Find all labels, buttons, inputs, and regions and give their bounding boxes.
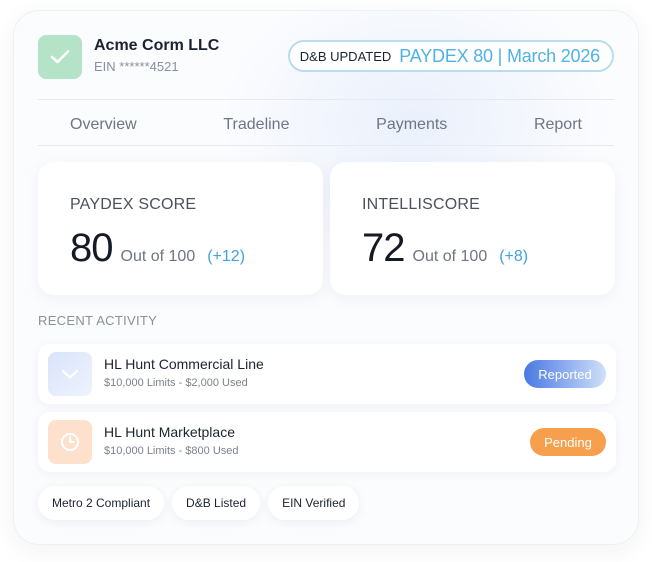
header-divider: [38, 99, 614, 100]
activity-item[interactable]: HL Hunt Marketplace $10,000 Limits - $80…: [38, 412, 616, 472]
chip-metro2: Metro 2 Compliant: [38, 486, 165, 520]
company-name: Acme Corm LLC: [94, 37, 220, 54]
tabs-divider: [38, 145, 614, 146]
clock-icon: [48, 420, 92, 464]
chip-ein-verified: EIN Verified: [268, 486, 360, 520]
verified-check-icon: [38, 35, 82, 79]
recent-activity-title: RECENT ACTIVITY: [38, 313, 158, 328]
db-status-pill: D&B UPDATED PAYDEX 80 | March 2026: [287, 40, 614, 72]
compliance-chips: Metro 2 Compliant D&B Listed EIN Verifie…: [38, 486, 360, 520]
activity-subtitle: $10,000 Limits - $2,000 Used: [104, 377, 248, 389]
score-delta: (+8): [499, 248, 529, 265]
tab-bar: Overview Tradeline Payments Report: [38, 107, 614, 143]
score-row: 80 Out of 100 (+12): [70, 226, 245, 271]
db-status-value: PAYDEX 80 | March 2026: [399, 45, 600, 66]
activity-item[interactable]: HL Hunt Commercial Line $10,000 Limits -…: [38, 344, 616, 404]
reported-badge: Reported: [524, 360, 606, 388]
score-out-of: Out of 100: [120, 248, 196, 265]
score-row: 72 Out of 100 (+8): [362, 226, 528, 271]
activity-title: HL Hunt Marketplace: [104, 424, 235, 440]
tab-report[interactable]: Report: [534, 107, 582, 143]
db-status-label: D&B UPDATED: [299, 48, 392, 64]
pending-badge: Pending: [530, 428, 606, 456]
intelliscore-card: INTELLISCORE 72 Out of 100 (+8): [330, 162, 615, 295]
tab-payments[interactable]: Payments: [376, 107, 447, 143]
company-ein: EIN ******4521: [94, 59, 179, 74]
score-out-of: Out of 100: [412, 248, 488, 265]
activity-subtitle: $10,000 Limits - $800 Used: [104, 445, 239, 457]
business-credit-card: Acme Corm LLC EIN ******4521 D&B UPDATED…: [13, 10, 639, 545]
tab-tradeline[interactable]: Tradeline: [223, 107, 289, 143]
score-value: 72: [362, 226, 405, 270]
score-title: PAYDEX SCORE: [70, 196, 197, 213]
chip-db-listed: D&B Listed: [172, 486, 261, 520]
check-icon: [48, 352, 92, 396]
activity-title: HL Hunt Commercial Line: [104, 356, 264, 372]
tab-overview[interactable]: Overview: [70, 107, 137, 143]
company-header: Acme Corm LLC EIN ******4521 D&B UPDATED…: [38, 35, 614, 79]
paydex-score-card: PAYDEX SCORE 80 Out of 100 (+12): [38, 162, 323, 295]
score-title: INTELLISCORE: [362, 196, 480, 213]
score-value: 80: [70, 226, 113, 270]
score-delta: (+12): [207, 248, 246, 265]
